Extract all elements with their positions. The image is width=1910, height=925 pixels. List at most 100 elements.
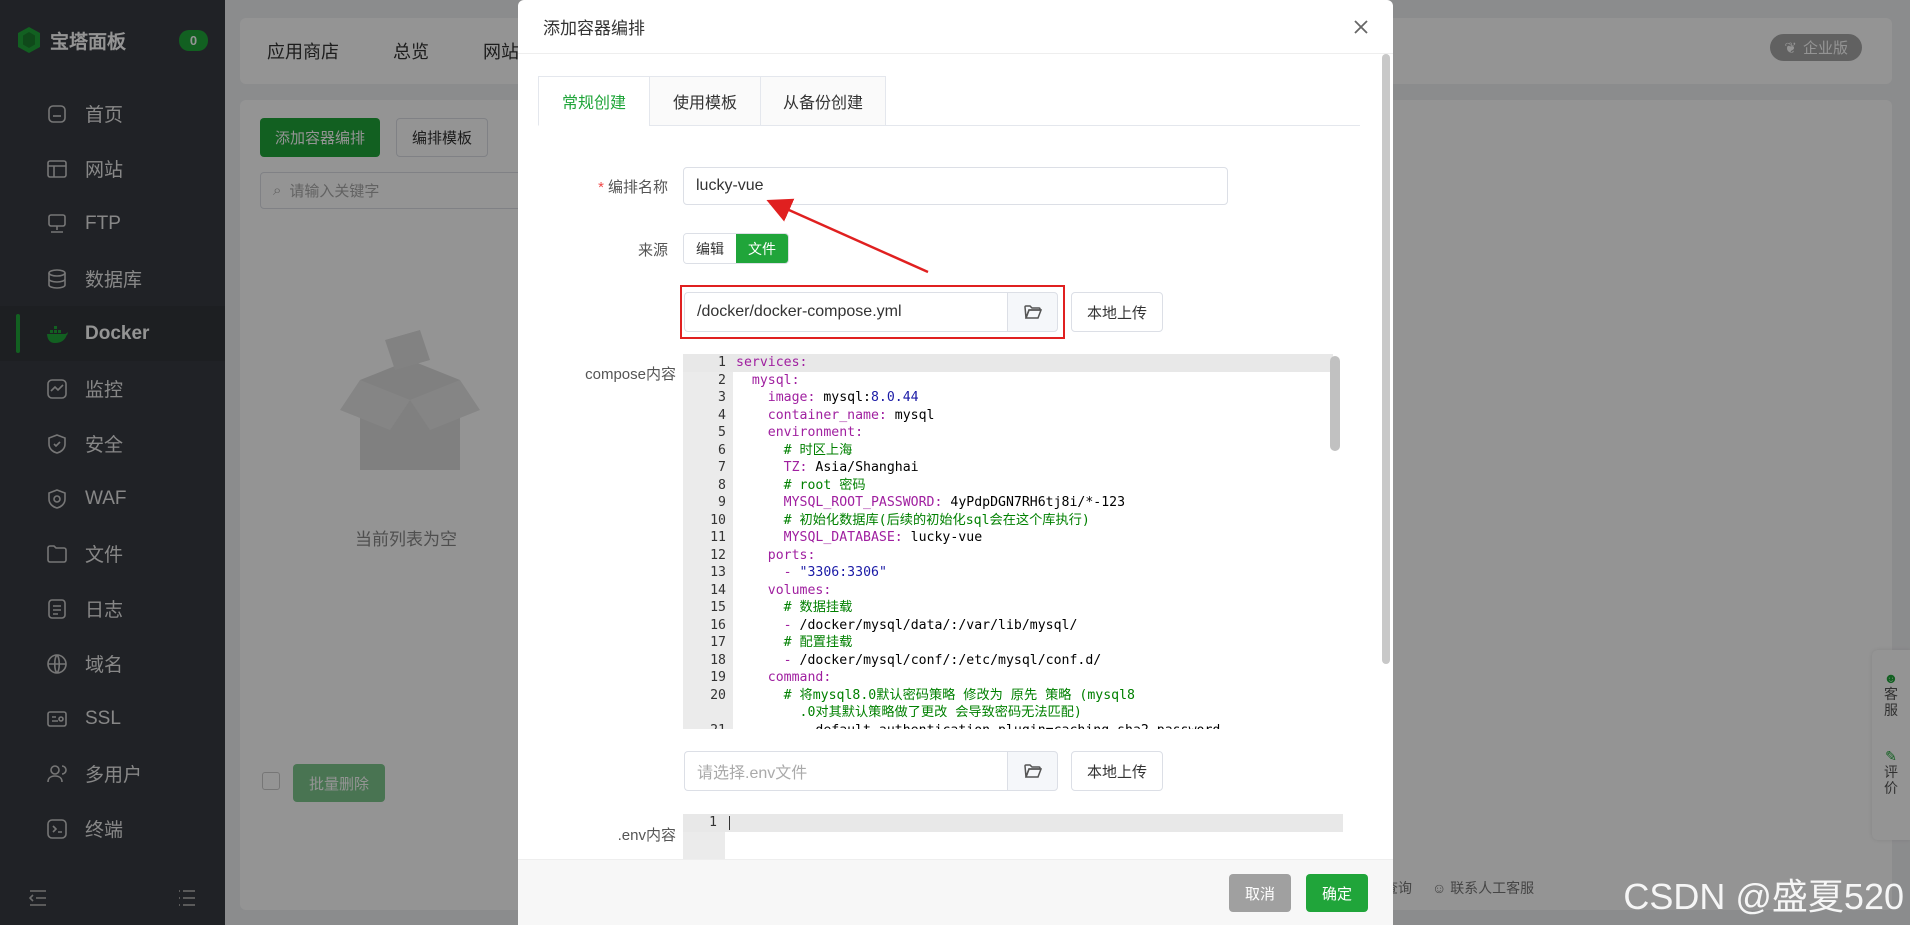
code-text: - /docker/mysql/data/:/var/lib/mysql/ bbox=[783, 617, 1078, 633]
code-text: # 将mysql8.0默认密码策略 修改为 原先 策略 (mysql8 bbox=[783, 687, 1135, 703]
line-number: 10 bbox=[710, 512, 726, 528]
code-text: services: bbox=[736, 355, 808, 370]
code-line: .0对其默认策略做了更改 会导致密码无法匹配) bbox=[683, 704, 1333, 722]
env-content-label: .env内容 bbox=[617, 827, 676, 844]
line-number: 12 bbox=[710, 547, 726, 563]
env-file-path-input[interactable]: 请选择.env文件 bbox=[684, 751, 1007, 791]
line-number: 4 bbox=[718, 407, 726, 423]
code-line: 19 command: bbox=[683, 669, 1333, 687]
line-number: 11 bbox=[710, 530, 726, 545]
line-number: 16 bbox=[710, 617, 726, 633]
tab-regular-create[interactable]: 常规创建 bbox=[538, 76, 650, 126]
source-edit-option[interactable]: 编辑 bbox=[684, 234, 736, 263]
code-text: image: mysql:8.0.44 bbox=[767, 390, 919, 405]
code-text: TZ: Asia/Shanghai bbox=[783, 460, 919, 475]
code-line: 6 # 时区上海 bbox=[683, 442, 1333, 460]
tab-from-backup[interactable]: 从备份创建 bbox=[760, 76, 886, 126]
line-number: 2 bbox=[718, 372, 726, 388]
compose-name-label-text: 编排名称 bbox=[607, 179, 668, 196]
source-label: 来源 bbox=[637, 242, 668, 259]
line-number: 1 bbox=[709, 815, 717, 830]
source-file-option[interactable]: 文件 bbox=[736, 234, 788, 263]
text-cursor bbox=[729, 816, 730, 830]
dialog-title: 添加容器编排 bbox=[543, 19, 645, 38]
code-line: 9 MYSQL_ROOT_PASSWORD: 4yPdpDGN7RH6tj8i/… bbox=[683, 494, 1333, 512]
browse-folder-button[interactable] bbox=[1007, 292, 1058, 332]
code-text: ports: bbox=[767, 547, 816, 563]
code-text: MYSQL_DATABASE: lucky-vue bbox=[783, 530, 983, 545]
editor-scrollbar[interactable] bbox=[1330, 356, 1340, 451]
line-number: 20 bbox=[710, 687, 726, 703]
tab-use-template[interactable]: 使用模板 bbox=[649, 76, 761, 126]
code-line: 1 services: bbox=[683, 354, 1333, 372]
code-text: # 数据挂载 bbox=[783, 600, 853, 615]
line-number: 13 bbox=[710, 565, 726, 580]
create-mode-tabs: 常规创建 使用模板 从备份创建 bbox=[538, 76, 1360, 126]
line-number: 1 bbox=[718, 355, 726, 370]
line-number: 9 bbox=[718, 495, 726, 510]
code-text: --default-authentication-plugin=caching_… bbox=[736, 722, 1221, 730]
code-text: command: bbox=[767, 670, 832, 685]
code-line: 7 TZ: Asia/Shanghai bbox=[683, 459, 1333, 477]
close-icon[interactable] bbox=[1351, 17, 1371, 37]
line-number: 5 bbox=[718, 425, 726, 440]
line-number: 15 bbox=[710, 600, 726, 615]
code-text: # root 密码 bbox=[783, 477, 866, 493]
required-mark: * bbox=[598, 179, 604, 196]
code-line: 2 mysql: bbox=[683, 372, 1333, 390]
csdn-watermark: CSDN @盛夏520 bbox=[1623, 876, 1904, 917]
code-text: - "3306:3306" bbox=[783, 565, 887, 580]
code-line: 3 image: mysql:8.0.44 bbox=[683, 389, 1333, 407]
compose-file-picker: /docker/docker-compose.yml bbox=[684, 292, 1058, 332]
compose-name-label: * 编排名称 bbox=[558, 176, 668, 197]
code-line: 17 # 配置挂载 bbox=[683, 634, 1333, 652]
source-toggle: 编辑 文件 bbox=[683, 233, 789, 264]
code-text: MYSQL_ROOT_PASSWORD: 4yPdpDGN7RH6tj8i/*-… bbox=[783, 495, 1126, 510]
code-line: 5 environment: bbox=[683, 424, 1333, 442]
dialog-header: 添加容器编排 bbox=[518, 0, 1393, 54]
code-line: 11 MYSQL_DATABASE: lucky-vue bbox=[683, 529, 1333, 547]
env-file-picker: 请选择.env文件 bbox=[684, 751, 1058, 791]
code-line: 20 # 将mysql8.0默认密码策略 修改为 原先 策略 (mysql8 bbox=[683, 687, 1333, 705]
code-text: # 初始化数据库(后续的初始化sql会在这个库执行) bbox=[783, 512, 1090, 528]
code-line: 15 # 数据挂载 bbox=[683, 599, 1333, 617]
line-number: 21 bbox=[683, 722, 726, 730]
env-editor-line: 1 bbox=[683, 814, 1343, 832]
folder-open-icon bbox=[1023, 764, 1042, 778]
code-text: volumes: bbox=[767, 582, 832, 598]
line-number: 17 bbox=[710, 635, 726, 650]
dialog-footer: 取消 确定 bbox=[518, 859, 1393, 925]
confirm-button[interactable]: 确定 bbox=[1306, 874, 1368, 912]
dialog-scrollbar[interactable] bbox=[1382, 54, 1390, 664]
line-number: 14 bbox=[710, 582, 726, 598]
line-number: 6 bbox=[718, 442, 726, 458]
line-number: 7 bbox=[718, 460, 726, 475]
cancel-button[interactable]: 取消 bbox=[1229, 874, 1291, 912]
line-number: 8 bbox=[718, 477, 726, 493]
code-line: 13 - "3306:3306" bbox=[683, 564, 1333, 582]
code-text: # 配置挂载 bbox=[783, 635, 853, 650]
add-compose-dialog: 添加容器编排 常规创建 使用模板 从备份创建 * 编排名称 lucky-vue 来… bbox=[518, 0, 1393, 925]
code-line: 10 # 初始化数据库(后续的初始化sql会在这个库执行) bbox=[683, 512, 1333, 530]
folder-open-icon bbox=[1023, 305, 1042, 319]
browse-env-folder-button[interactable] bbox=[1007, 751, 1058, 791]
code-line: 16 - /docker/mysql/data/:/var/lib/mysql/ bbox=[683, 617, 1333, 635]
compose-content-label: compose内容 bbox=[585, 366, 676, 383]
code-text: .0对其默认策略做了更改 会导致密码无法匹配) bbox=[799, 705, 1082, 720]
compose-name-input[interactable]: lucky-vue bbox=[683, 167, 1228, 205]
code-text: environment: bbox=[767, 425, 864, 440]
env-local-upload-button[interactable]: 本地上传 bbox=[1071, 751, 1163, 791]
code-line: 4 container_name: mysql bbox=[683, 407, 1333, 425]
code-text: container_name: mysql bbox=[767, 407, 935, 423]
compose-local-upload-button[interactable]: 本地上传 bbox=[1071, 292, 1163, 332]
line-number: 3 bbox=[718, 390, 726, 405]
dialog-body: 常规创建 使用模板 从备份创建 * 编排名称 lucky-vue 来源 编辑 文件… bbox=[518, 54, 1380, 859]
compose-file-path-input[interactable]: /docker/docker-compose.yml bbox=[684, 292, 1007, 332]
code-line: 21 --default-authentication-plugin=cachi… bbox=[683, 722, 1333, 730]
code-line: 14 volumes: bbox=[683, 582, 1333, 600]
env-code-editor[interactable]: 1 bbox=[683, 814, 1343, 859]
line-number: 18 bbox=[710, 652, 726, 668]
code-text: mysql: bbox=[751, 372, 800, 388]
code-text: # 时区上海 bbox=[783, 442, 853, 458]
compose-code-editor[interactable]: 1 services: 2 mysql: 3 image: mysql:8.0.44 4… bbox=[683, 354, 1343, 729]
